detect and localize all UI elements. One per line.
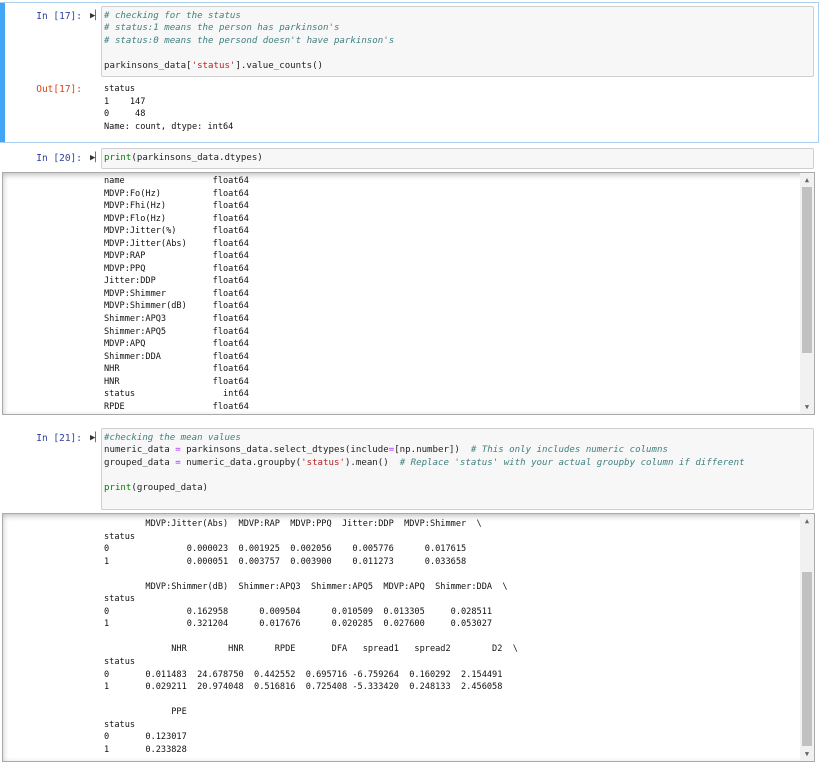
code-token: ).mean() <box>344 457 400 468</box>
vertical-scrollbar[interactable]: ▲ ▼ <box>800 514 814 761</box>
code-token: parkinsons_data[ <box>104 60 192 71</box>
code-comment: # status:1 means the person has parkinso… <box>104 23 340 34</box>
run-cell-icon[interactable]: ▶▏ <box>90 433 101 443</box>
input-prompt-21: In [21]: <box>36 433 82 444</box>
scroll-down-arrow-icon[interactable]: ▼ <box>800 402 814 412</box>
code-token: parkinsons_data.select_dtypes(include <box>180 445 389 456</box>
code-text-20: print(parkinsons_data.dtypes) <box>104 152 263 164</box>
scroll-up-arrow-icon[interactable]: ▲ <box>800 516 814 526</box>
code-keyword: print <box>104 482 132 493</box>
scrollbar-thumb[interactable] <box>802 572 812 746</box>
scroll-up-arrow-icon[interactable]: ▲ <box>800 175 814 185</box>
input-prompt-20: In [20]: <box>36 153 82 164</box>
code-comment: # This only includes numeric columns <box>470 445 668 456</box>
output-text-21: MDVP:Jitter(Abs) MDVP:RAP MDVP:PPQ Jitte… <box>104 519 518 755</box>
code-token: (grouped_data) <box>131 482 209 493</box>
code-text-17: # checking for the status # status:1 mea… <box>104 10 394 72</box>
output-text-20: name float64 MDVP:Fo(Hz) float64 MDVP:Fh… <box>104 176 249 412</box>
selected-cell-indicator <box>0 3 5 142</box>
code-token: numeric_data <box>104 445 176 456</box>
code-comment: # Replace 'status' with your actual grou… <box>399 457 745 468</box>
code-token: grouped_data <box>104 457 176 468</box>
code-string: 'status' <box>301 457 345 468</box>
output-prompt-17: Out[17]: <box>36 84 82 95</box>
code-string: 'status' <box>191 60 236 71</box>
run-cell-icon[interactable]: ▶▏ <box>90 11 101 21</box>
run-cell-icon[interactable]: ▶▏ <box>90 153 101 163</box>
code-comment: # status:0 means the persond doesn't hav… <box>104 35 395 46</box>
scroll-down-arrow-icon[interactable]: ▼ <box>800 749 814 759</box>
vertical-scrollbar[interactable]: ▲ ▼ <box>800 173 814 414</box>
code-token: [np.number]) <box>394 445 471 456</box>
input-prompt-17: In [17]: <box>36 11 82 22</box>
code-token: (parkinsons_data.dtypes) <box>131 153 263 163</box>
code-comment: #checking the mean values <box>104 433 241 443</box>
output-scroll-area-20[interactable]: name float64 MDVP:Fo(Hz) float64 MDVP:Fh… <box>2 172 815 415</box>
code-keyword: print <box>104 153 132 163</box>
output-scroll-area-21[interactable]: MDVP:Jitter(Abs) MDVP:RAP MDVP:PPQ Jitte… <box>2 513 815 762</box>
code-comment: # checking for the status <box>104 11 241 21</box>
code-text-21: #checking the mean values numeric_data =… <box>104 432 745 494</box>
code-token: numeric_data.groupby( <box>180 457 302 468</box>
scrollbar-thumb[interactable] <box>802 187 812 353</box>
code-token: ].value_counts() <box>235 60 324 71</box>
output-text-17: status 1 147 0 48 Name: count, dtype: in… <box>104 84 234 132</box>
